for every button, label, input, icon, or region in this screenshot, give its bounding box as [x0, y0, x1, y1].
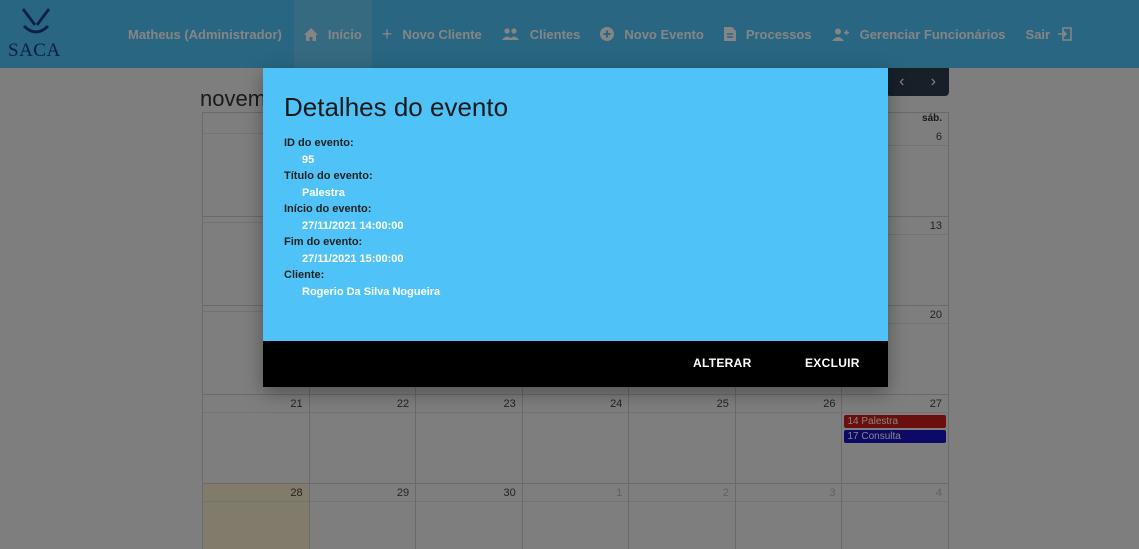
event-start-label: Início do evento: — [284, 203, 372, 215]
event-client-label: Cliente: — [284, 269, 325, 281]
modal-footer: ALTERAR EXCLUIR — [263, 341, 888, 387]
event-title-value: Palestra — [302, 187, 345, 199]
event-end-label: Fim do evento: — [284, 236, 363, 248]
event-start-value: 27/11/2021 14:00:00 — [302, 220, 404, 232]
event-details-modal: Detalhes do evento ID do evento: 95 Títu… — [263, 68, 888, 387]
alterar-button[interactable]: ALTERAR — [693, 356, 752, 370]
modal-title: Detalhes do evento — [284, 92, 509, 122]
event-details: ID do evento: 95 Título do evento: Pales… — [284, 134, 440, 301]
excluir-button[interactable]: EXCLUIR — [805, 356, 860, 370]
event-id-label: ID do evento: — [284, 137, 354, 149]
event-id-value: 95 — [302, 154, 315, 166]
event-client-value: Rogerio Da Silva Nogueira — [302, 286, 441, 298]
event-title-label: Título do evento: — [284, 170, 373, 182]
event-end-value: 27/11/2021 15:00:00 — [302, 253, 404, 265]
